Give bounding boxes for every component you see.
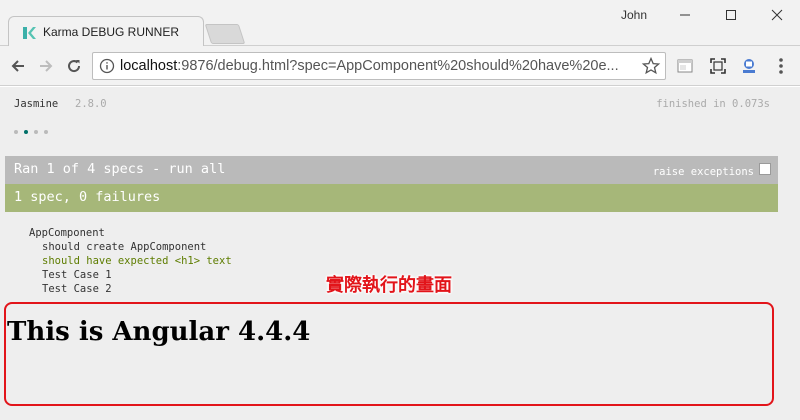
- extension-button-3[interactable]: [738, 55, 760, 77]
- minimize-button[interactable]: [662, 0, 708, 30]
- results-summary-bar: 1 spec, 0 failures: [5, 184, 778, 212]
- browser-menu-button[interactable]: [770, 55, 792, 77]
- run-duration: finished in 0.073s: [656, 98, 770, 110]
- suite-link[interactable]: AppComponent: [29, 226, 232, 240]
- raise-exceptions-checkbox[interactable]: [759, 163, 771, 175]
- kebab-menu-icon: [779, 58, 783, 74]
- address-bar[interactable]: localhost:9876/debug.html?spec=AppCompon…: [92, 52, 666, 80]
- browser-toolbar: localhost:9876/debug.html?spec=AppCompon…: [0, 46, 800, 86]
- results-summary: 1 spec, 0 failures: [14, 189, 161, 205]
- close-icon: [771, 9, 783, 21]
- back-arrow-icon: [11, 60, 24, 72]
- reload-icon: [68, 60, 81, 73]
- extension-button-2[interactable]: [707, 55, 729, 77]
- url-host: localhost: [120, 58, 178, 74]
- browser-tab[interactable]: Karma DEBUG RUNNER: [8, 16, 204, 47]
- tab-fade: [183, 21, 201, 45]
- url-text[interactable]: localhost:9876/debug.html?spec=AppCompon…: [120, 58, 640, 74]
- profile-extension-icon: [743, 59, 755, 73]
- highlight-box: [4, 302, 774, 406]
- spec-symbol-summary: [14, 128, 48, 136]
- spec-link[interactable]: should have expected <h1> text: [29, 254, 232, 268]
- spec-symbol[interactable]: [34, 130, 38, 134]
- reload-button[interactable]: [62, 54, 86, 78]
- spec-symbol[interactable]: [24, 130, 28, 134]
- extension-button-1[interactable]: [674, 55, 696, 77]
- close-window-button[interactable]: [754, 0, 800, 30]
- run-menu-bar: Ran 1 of 4 specs - run all raise excepti…: [5, 156, 778, 184]
- page-info-icon[interactable]: [99, 58, 115, 74]
- url-path: :9876/debug.html?spec=AppComponent%20sho…: [177, 58, 619, 74]
- screenshot-icon: [710, 58, 726, 74]
- spec-symbol[interactable]: [44, 130, 48, 134]
- annotation-label: 實際執行的畫面: [326, 275, 452, 296]
- forward-arrow-icon: [40, 60, 53, 72]
- bookmark-star-icon[interactable]: [641, 56, 661, 76]
- page-capture-icon: [677, 59, 693, 73]
- raise-exceptions-label: raise exceptions: [652, 166, 754, 178]
- maximize-button[interactable]: [708, 0, 754, 30]
- spec-list: AppComponent should create AppComponent …: [29, 226, 232, 296]
- browser-titlebar: Karma DEBUG RUNNER John: [0, 0, 800, 47]
- spec-symbol[interactable]: [14, 130, 18, 134]
- new-tab-button[interactable]: [204, 24, 246, 44]
- spec-link[interactable]: Test Case 2: [29, 282, 232, 296]
- jasmine-version: 2.8.0: [75, 98, 107, 110]
- jasmine-title: Jasmine: [14, 98, 59, 110]
- spec-link[interactable]: Test Case 1: [29, 268, 232, 282]
- forward-button[interactable]: [34, 54, 58, 78]
- karma-icon: [23, 27, 36, 39]
- profile-name[interactable]: John: [621, 8, 647, 22]
- tab-title: Karma DEBUG RUNNER: [43, 25, 180, 39]
- back-button[interactable]: [6, 54, 30, 78]
- run-all-link[interactable]: Ran 1 of 4 specs - run all: [14, 161, 225, 177]
- spec-link[interactable]: should create AppComponent: [29, 240, 232, 254]
- maximize-icon: [726, 10, 736, 20]
- minimize-icon: [680, 14, 690, 16]
